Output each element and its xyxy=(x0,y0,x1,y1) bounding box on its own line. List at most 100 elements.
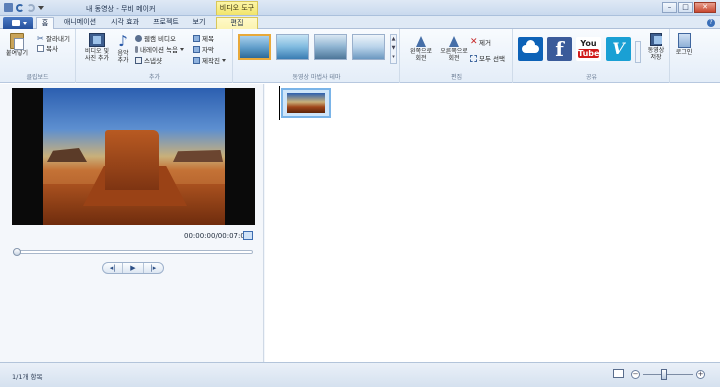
timecode-display: 00:00:00/00:07:00 xyxy=(184,232,250,240)
window-title: 내 동영상 - 무비 메이커 xyxy=(86,5,156,13)
music-note-icon: ♪ xyxy=(118,32,128,50)
menu-icon xyxy=(12,20,20,26)
tab-visual-effects[interactable]: 시각 효과 xyxy=(106,17,144,29)
group-label-add: 추가 xyxy=(148,74,161,81)
minimize-button[interactable]: – xyxy=(662,2,677,13)
youtube-logo-tube: Tube xyxy=(578,49,600,58)
add-videos-label-2: 사진 추가 xyxy=(85,55,109,62)
onedrive-share-button[interactable] xyxy=(518,37,543,61)
youtube-share-button[interactable]: You Tube xyxy=(576,37,601,61)
seek-bar[interactable] xyxy=(13,248,253,256)
previous-frame-button[interactable]: ◂| xyxy=(103,263,122,273)
save-icon[interactable] xyxy=(4,3,13,12)
cut-button[interactable]: ✂ 잘라내기 xyxy=(37,33,70,43)
title-button[interactable]: 제목 xyxy=(193,33,214,43)
tab-animations[interactable]: 애니메이션 xyxy=(58,17,102,29)
youtube-logo-text: You xyxy=(580,39,597,48)
playhead-cursor[interactable] xyxy=(279,86,280,120)
group-signin: 로그인 xyxy=(671,29,697,83)
tab-home[interactable]: 홈 xyxy=(36,17,54,29)
theme-cinematic[interactable] xyxy=(314,34,347,60)
rotate-left-label-1: 왼쪽으로 xyxy=(409,48,433,55)
title-label: 제목 xyxy=(202,35,214,43)
add-videos-photos-button[interactable]: 비디오 및 사진 추가 xyxy=(80,33,114,62)
chevron-down-icon xyxy=(23,22,27,25)
tab-project[interactable]: 프로젝트 xyxy=(148,17,184,29)
user-icon xyxy=(677,33,691,48)
vimeo-share-button[interactable]: V xyxy=(606,37,631,61)
application-menu-button[interactable] xyxy=(3,17,33,29)
zoom-slider-track[interactable] xyxy=(643,374,693,375)
snapshot-button[interactable]: 스냅샷 xyxy=(135,55,162,65)
add-music-label-1: 음악 xyxy=(117,50,129,57)
chevron-down-icon xyxy=(221,58,226,62)
microphone-icon xyxy=(135,45,138,53)
storyboard-pane[interactable] xyxy=(265,84,720,362)
narration-label: 내레이션 녹음 xyxy=(140,46,178,54)
film-icon xyxy=(89,33,105,47)
fullscreen-icon[interactable] xyxy=(243,231,253,240)
select-all-button[interactable]: 모두 선택 xyxy=(470,53,505,63)
remove-button[interactable]: ✕ 제거 xyxy=(470,37,491,47)
copy-icon xyxy=(37,44,44,52)
video-preview[interactable] xyxy=(12,88,255,225)
webcam-label: 웹캠 비디오 xyxy=(144,35,176,43)
thumbnail-size-icon[interactable] xyxy=(613,369,624,378)
scroll-up-icon[interactable]: ▲ xyxy=(391,35,396,44)
title-bar: 내 동영상 - 무비 메이커 비디오 도구 – □ ✕ xyxy=(0,0,720,16)
theme-gallery-scroll[interactable]: ▲ ▼ ▾ xyxy=(390,34,397,64)
caption-label: 자막 xyxy=(202,46,214,54)
cut-label: 잘라내기 xyxy=(46,35,70,43)
chevron-down-icon[interactable] xyxy=(38,5,44,10)
rotate-left-label-2: 회전 xyxy=(415,55,427,62)
next-frame-button[interactable]: |▸ xyxy=(144,263,163,273)
group-automovie-themes: ▲ ▼ ▾ 동영상 마법사 테마 xyxy=(234,29,400,83)
theme-fade[interactable] xyxy=(352,34,385,60)
caption-button[interactable]: 자막 xyxy=(193,44,214,54)
scroll-down-icon[interactable]: ▼ xyxy=(391,44,396,53)
ribbon: 붙여넣기 ✂ 잘라내기 복사 클립보드 비디오 및 사진 추가 ♪ 음악 추가 … xyxy=(0,29,720,83)
theme-contemporary[interactable] xyxy=(276,34,309,60)
butte xyxy=(105,130,159,190)
tab-view[interactable]: 보기 xyxy=(188,17,210,29)
add-music-button[interactable]: ♪ 음악 추가 xyxy=(112,33,134,64)
scissors-icon: ✂ xyxy=(37,33,44,43)
sign-in-button[interactable]: 로그인 xyxy=(673,33,695,56)
seek-thumb[interactable] xyxy=(13,248,21,256)
save-movie-label-1: 동영상 xyxy=(647,47,665,54)
credits-icon xyxy=(193,56,200,64)
group-add: 비디오 및 사진 추가 ♪ 음악 추가 웹캠 비디오 내레이션 녹음 스냅샷 제… xyxy=(77,29,233,83)
select-all-icon xyxy=(470,54,477,62)
group-clipboard: 붙여넣기 ✂ 잘라내기 복사 클립보드 xyxy=(0,29,76,83)
close-button[interactable]: ✕ xyxy=(694,2,716,13)
webcam-video-button[interactable]: 웹캠 비디오 xyxy=(135,33,176,43)
play-button[interactable]: ▶ xyxy=(122,263,144,273)
workspace: 00:00:00/00:07:00 ◂| ▶ |▸ xyxy=(0,84,720,362)
save-movie-button[interactable]: 동영상 저장 xyxy=(644,33,668,61)
copy-button[interactable]: 복사 xyxy=(37,43,58,53)
theme-default[interactable] xyxy=(238,34,271,60)
tab-edit[interactable]: 편집 xyxy=(216,17,258,29)
maximize-button[interactable]: □ xyxy=(678,2,693,13)
preview-frame-image xyxy=(43,88,225,225)
share-gallery-scroll[interactable] xyxy=(635,41,641,63)
zoom-slider-thumb[interactable] xyxy=(661,369,667,380)
zoom-in-button[interactable]: + xyxy=(696,370,705,379)
rotate-left-button[interactable]: 왼쪽으로 회전 xyxy=(405,33,437,62)
gallery-more-icon[interactable]: ▾ xyxy=(391,53,396,62)
item-count: 1/1개 항목 xyxy=(12,373,43,381)
remove-icon: ✕ xyxy=(470,36,478,47)
facebook-share-button[interactable]: f xyxy=(547,37,572,61)
paste-button[interactable]: 붙여넣기 xyxy=(4,33,30,57)
credits-button[interactable]: 제작진 xyxy=(193,55,226,65)
storyboard-clip[interactable] xyxy=(281,88,331,118)
help-icon[interactable]: ? xyxy=(707,19,715,27)
record-narration-button[interactable]: 내레이션 녹음 xyxy=(135,44,184,54)
redo-icon[interactable] xyxy=(27,3,35,12)
select-all-label: 모두 선택 xyxy=(479,55,505,63)
rotate-right-button[interactable]: 오른쪽으로 회전 xyxy=(437,33,471,62)
zoom-out-button[interactable]: − xyxy=(631,370,640,379)
clip-thumbnail xyxy=(287,93,325,113)
remove-label: 제거 xyxy=(479,39,491,47)
undo-icon[interactable] xyxy=(16,3,24,12)
